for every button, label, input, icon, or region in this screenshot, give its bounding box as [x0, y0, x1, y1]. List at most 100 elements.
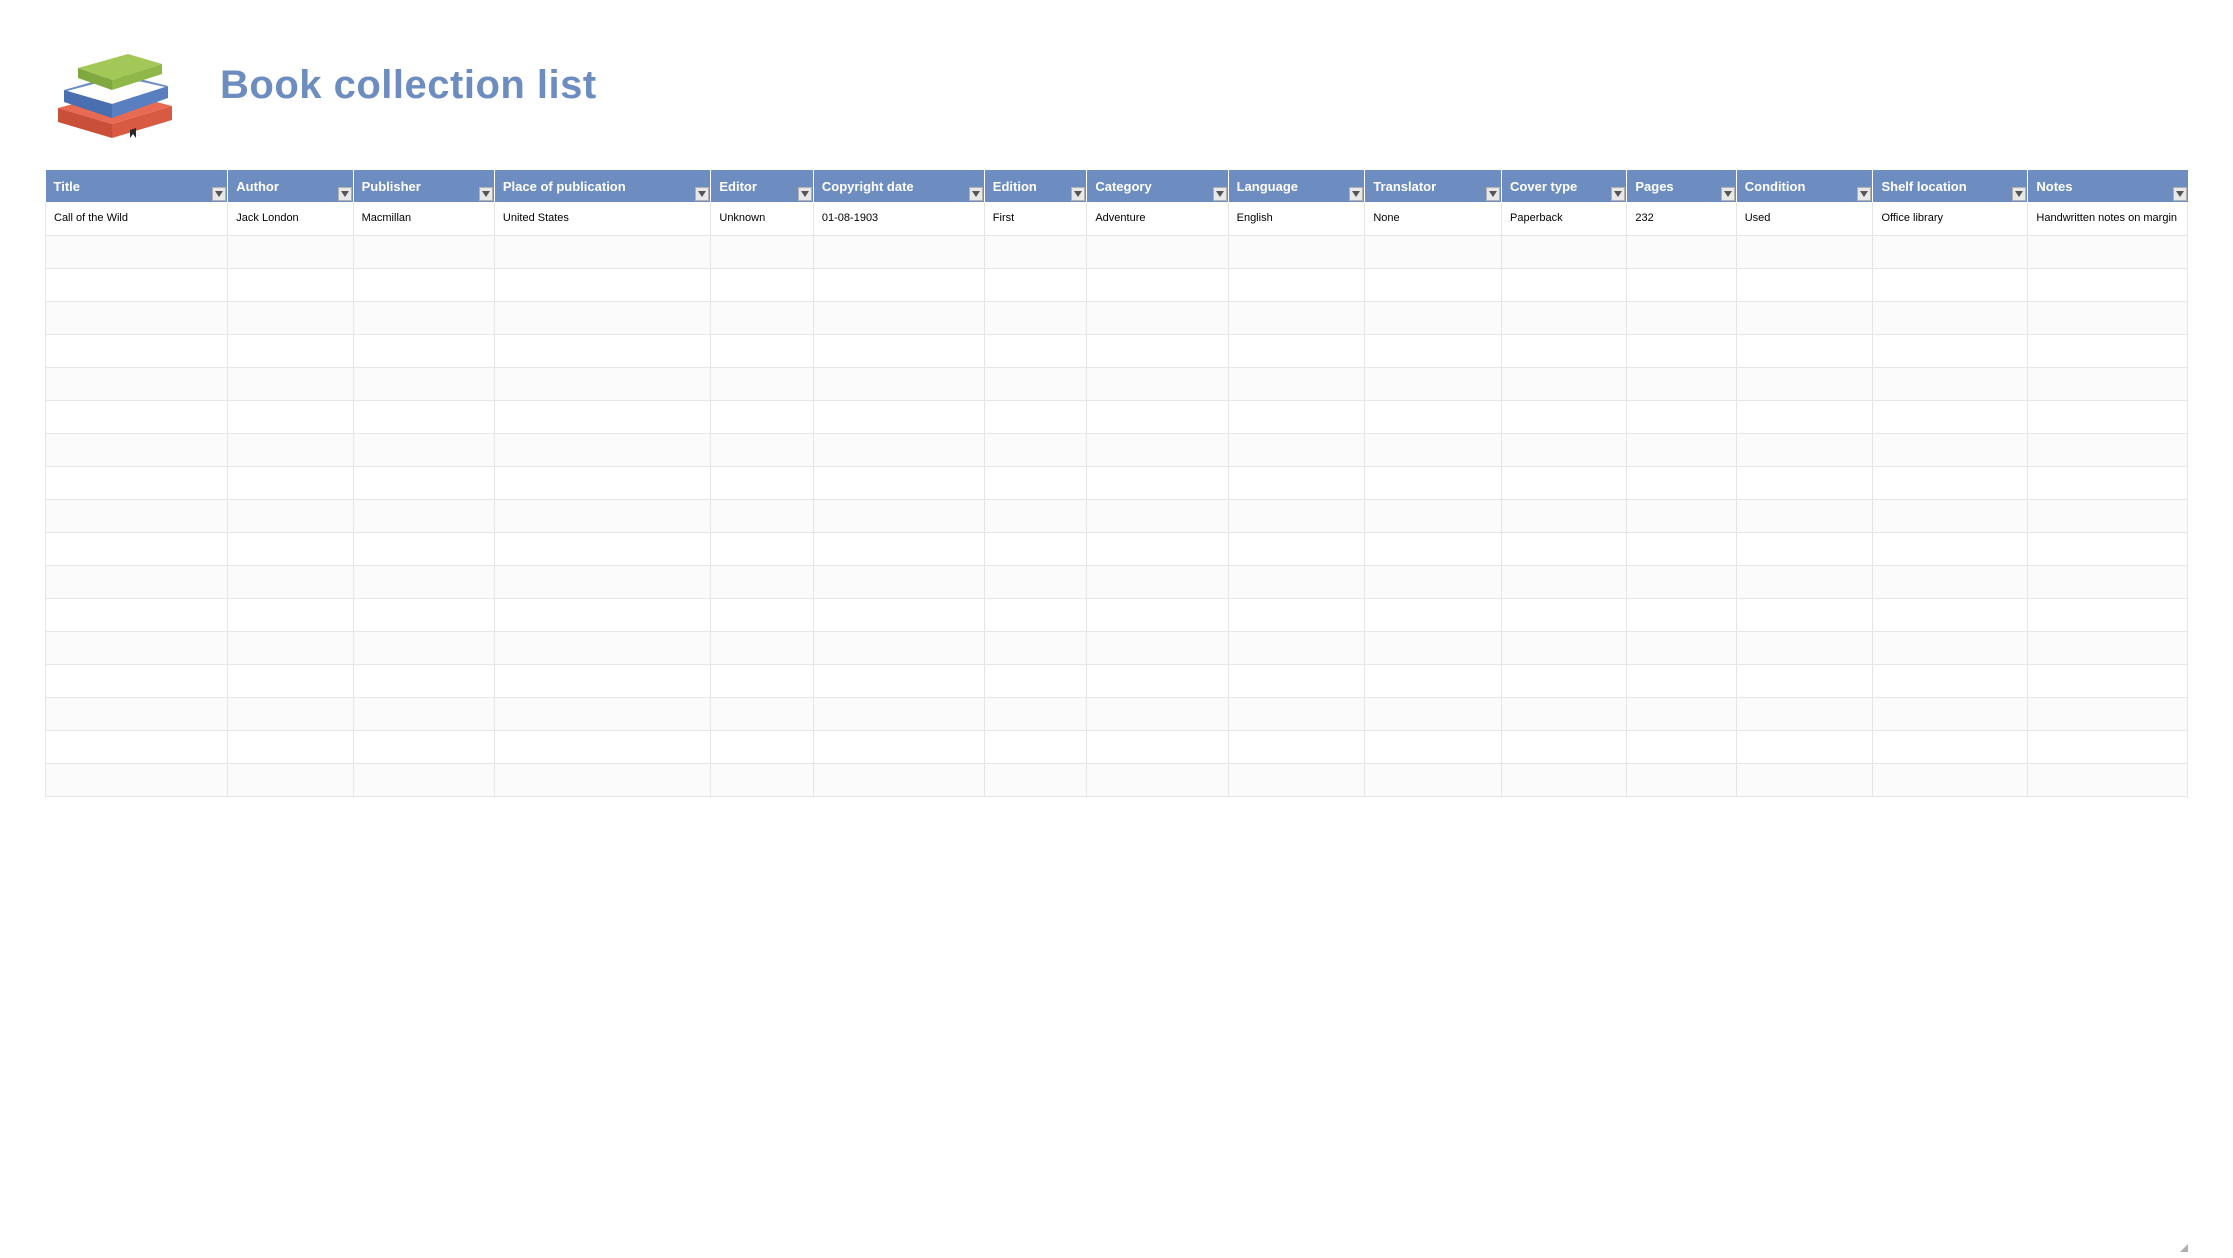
cell-edition[interactable] — [984, 532, 1087, 565]
filter-dropdown-icon[interactable] — [1071, 187, 1085, 201]
cell-editor[interactable] — [711, 664, 814, 697]
cell-title[interactable] — [46, 499, 228, 532]
cell-covertype[interactable] — [1502, 499, 1627, 532]
cell-notes[interactable] — [2028, 565, 2188, 598]
cell-publisher[interactable] — [353, 631, 494, 664]
cell-pages[interactable] — [1627, 334, 1736, 367]
cell-editor[interactable] — [711, 334, 814, 367]
table-row[interactable] — [46, 565, 2188, 598]
cell-notes[interactable] — [2028, 763, 2188, 796]
cell-place[interactable] — [494, 367, 710, 400]
cell-place[interactable] — [494, 334, 710, 367]
cell-publisher[interactable] — [353, 268, 494, 301]
cell-category[interactable] — [1087, 730, 1228, 763]
cell-condition[interactable] — [1736, 334, 1873, 367]
cell-condition[interactable] — [1736, 499, 1873, 532]
cell-language[interactable] — [1228, 631, 1365, 664]
cell-place[interactable] — [494, 268, 710, 301]
cell-copyright[interactable] — [813, 400, 984, 433]
cell-category[interactable]: Adventure — [1087, 202, 1228, 235]
cell-pages[interactable]: 232 — [1627, 202, 1736, 235]
cell-place[interactable] — [494, 565, 710, 598]
cell-translator[interactable] — [1365, 235, 1502, 268]
cell-category[interactable] — [1087, 433, 1228, 466]
cell-title[interactable] — [46, 367, 228, 400]
cell-language[interactable] — [1228, 730, 1365, 763]
cell-language[interactable] — [1228, 235, 1365, 268]
cell-editor[interactable] — [711, 763, 814, 796]
cell-editor[interactable] — [711, 598, 814, 631]
column-header-covertype[interactable]: Cover type — [1502, 170, 1627, 202]
cell-pages[interactable] — [1627, 730, 1736, 763]
cell-translator[interactable] — [1365, 268, 1502, 301]
cell-language[interactable] — [1228, 268, 1365, 301]
table-row[interactable] — [46, 235, 2188, 268]
filter-dropdown-icon[interactable] — [1486, 187, 1500, 201]
cell-covertype[interactable] — [1502, 532, 1627, 565]
cell-author[interactable] — [228, 499, 353, 532]
cell-title[interactable] — [46, 763, 228, 796]
cell-translator[interactable]: None — [1365, 202, 1502, 235]
cell-language[interactable] — [1228, 664, 1365, 697]
table-row[interactable] — [46, 697, 2188, 730]
cell-publisher[interactable] — [353, 664, 494, 697]
cell-edition[interactable] — [984, 334, 1087, 367]
cell-translator[interactable] — [1365, 763, 1502, 796]
cell-category[interactable] — [1087, 631, 1228, 664]
cell-publisher[interactable] — [353, 499, 494, 532]
cell-title[interactable] — [46, 631, 228, 664]
cell-category[interactable] — [1087, 301, 1228, 334]
cell-copyright[interactable] — [813, 367, 984, 400]
cell-copyright[interactable] — [813, 631, 984, 664]
cell-language[interactable] — [1228, 367, 1365, 400]
column-header-translator[interactable]: Translator — [1365, 170, 1502, 202]
filter-dropdown-icon[interactable] — [1611, 187, 1625, 201]
cell-edition[interactable] — [984, 268, 1087, 301]
cell-notes[interactable] — [2028, 631, 2188, 664]
cell-covertype[interactable] — [1502, 433, 1627, 466]
cell-author[interactable] — [228, 631, 353, 664]
cell-author[interactable] — [228, 664, 353, 697]
filter-dropdown-icon[interactable] — [338, 187, 352, 201]
cell-translator[interactable] — [1365, 301, 1502, 334]
column-header-edition[interactable]: Edition — [984, 170, 1087, 202]
cell-place[interactable] — [494, 499, 710, 532]
cell-editor[interactable] — [711, 466, 814, 499]
cell-title[interactable] — [46, 334, 228, 367]
cell-author[interactable] — [228, 598, 353, 631]
table-row[interactable] — [46, 268, 2188, 301]
cell-edition[interactable] — [984, 565, 1087, 598]
cell-author[interactable] — [228, 565, 353, 598]
cell-category[interactable] — [1087, 400, 1228, 433]
cell-covertype[interactable] — [1502, 598, 1627, 631]
cell-edition[interactable] — [984, 466, 1087, 499]
cell-editor[interactable] — [711, 400, 814, 433]
cell-shelf[interactable] — [1873, 334, 2028, 367]
cell-author[interactable] — [228, 367, 353, 400]
cell-place[interactable] — [494, 631, 710, 664]
cell-pages[interactable] — [1627, 631, 1736, 664]
cell-copyright[interactable] — [813, 235, 984, 268]
cell-title[interactable] — [46, 598, 228, 631]
cell-language[interactable] — [1228, 697, 1365, 730]
cell-pages[interactable] — [1627, 433, 1736, 466]
cell-author[interactable] — [228, 730, 353, 763]
column-header-shelf[interactable]: Shelf location — [1873, 170, 2028, 202]
cell-edition[interactable] — [984, 697, 1087, 730]
cell-place[interactable] — [494, 235, 710, 268]
cell-covertype[interactable] — [1502, 697, 1627, 730]
cell-title[interactable] — [46, 400, 228, 433]
cell-copyright[interactable] — [813, 532, 984, 565]
cell-notes[interactable] — [2028, 301, 2188, 334]
cell-editor[interactable] — [711, 235, 814, 268]
cell-edition[interactable] — [984, 367, 1087, 400]
cell-language[interactable] — [1228, 334, 1365, 367]
cell-editor[interactable] — [711, 697, 814, 730]
cell-pages[interactable] — [1627, 598, 1736, 631]
table-row[interactable] — [46, 499, 2188, 532]
cell-language[interactable] — [1228, 433, 1365, 466]
cell-editor[interactable] — [711, 499, 814, 532]
cell-place[interactable] — [494, 730, 710, 763]
cell-covertype[interactable] — [1502, 763, 1627, 796]
cell-copyright[interactable] — [813, 598, 984, 631]
